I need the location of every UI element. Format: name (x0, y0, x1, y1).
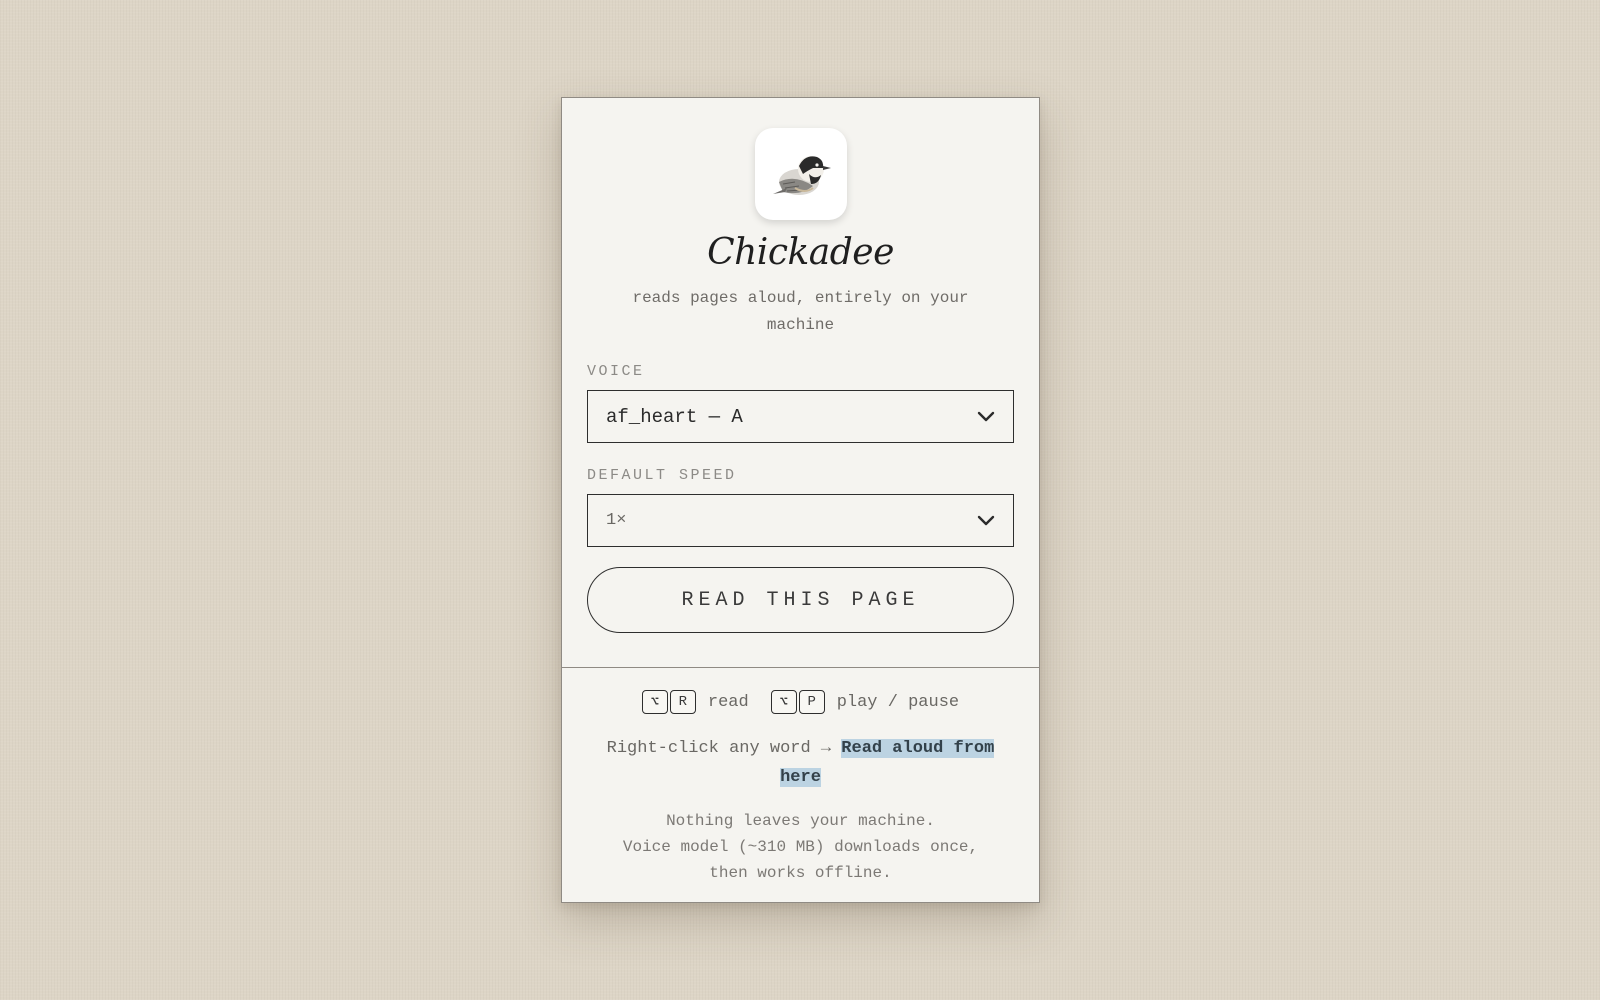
privacy-line-1: Nothing leaves your machine. (666, 812, 935, 830)
shortcut-play-pause: ⌥ P play / pause (770, 690, 960, 714)
speed-label: DEFAULT SPEED (587, 467, 737, 484)
speed-select-value: 1× (606, 511, 627, 530)
keyboard-shortcuts: ⌥ R read ⌥ P play / pause (587, 690, 1014, 714)
privacy-note: Nothing leaves your machine. Voice model… (587, 808, 1014, 886)
context-menu-tip: Right-click any word → Read aloud from h… (587, 734, 1014, 792)
read-this-page-button[interactable]: READ THIS PAGE (587, 567, 1014, 633)
popup-main-section: Chickadee reads pages aloud, entirely on… (562, 98, 1039, 668)
option-key-icon: ⌥ (641, 690, 668, 714)
app-tagline: reads pages aloud, entirely on your mach… (632, 289, 969, 334)
option-key-icon: ⌥ (770, 690, 797, 714)
speed-select[interactable]: 1× (587, 494, 1014, 547)
shortcut-read-label: read (707, 692, 749, 712)
shortcut-play-pause-label: play / pause (836, 692, 960, 712)
popup-footer-section: ⌥ R read ⌥ P play / pause Right-click an… (562, 668, 1039, 886)
app-logo (754, 128, 847, 220)
chevron-down-icon (977, 515, 995, 525)
popup-panel: Chickadee reads pages aloud, entirely on… (561, 97, 1040, 903)
chickadee-bird-icon (772, 156, 831, 195)
voice-label: VOICE (587, 363, 645, 380)
shortcut-read: ⌥ R read (641, 690, 749, 714)
app-title: Chickadee (707, 232, 894, 273)
chevron-down-icon (977, 411, 995, 421)
privacy-line-2: Voice model (~310 MB) downloads once, (622, 838, 979, 856)
p-key: P (798, 690, 825, 714)
voice-select[interactable]: af_heart — A (587, 390, 1014, 443)
r-key: R (669, 690, 696, 714)
tip-prefix: Right-click any word → (606, 739, 842, 758)
voice-select-value: af_heart — A (606, 405, 743, 428)
privacy-line-3: then works offline. (709, 864, 892, 882)
